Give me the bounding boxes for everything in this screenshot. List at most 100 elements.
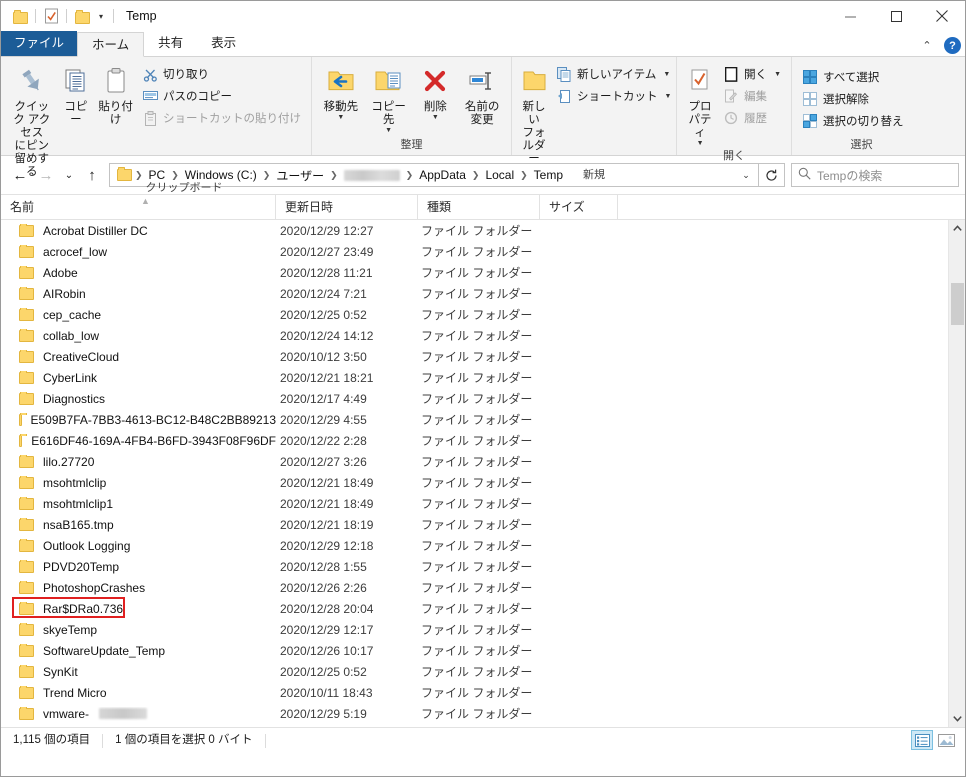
breadcrumb-item-appdata[interactable]: AppData <box>414 168 471 182</box>
tab-home[interactable]: ホーム <box>77 32 145 57</box>
move-to-caret-icon[interactable]: ▼ <box>337 114 344 121</box>
select-all-button[interactable]: すべて選択 <box>798 67 908 87</box>
qat-dropdown-chevron-icon[interactable]: ▾ <box>93 5 109 27</box>
table-row[interactable]: vmware- 2020/12/29 5:19 ファイル フォルダー <box>1 703 965 724</box>
scroll-up-arrow-icon[interactable] <box>949 220 965 237</box>
file-name-label: Adobe <box>43 265 78 280</box>
properties-button[interactable]: プロパティ ▼ <box>683 61 717 147</box>
cut-button[interactable]: 切り取り <box>138 64 305 84</box>
file-name-cell: PDVD20Temp <box>1 559 276 574</box>
history-icon <box>723 110 739 126</box>
table-row[interactable]: PhotoshopCrashes 2020/12/26 2:26 ファイル フォルダ… <box>1 577 965 598</box>
select-all-icon <box>802 69 818 85</box>
easy-access-button[interactable]: ショートカット ▼ <box>552 86 675 106</box>
history-button[interactable]: 履歴 <box>719 108 785 128</box>
folder-icon <box>19 454 34 468</box>
table-row[interactable]: Trend Micro 2020/10/11 18:43 ファイル フォルダー <box>1 682 965 703</box>
breadcrumb-item-username-redacted[interactable] <box>343 169 400 181</box>
table-row[interactable]: E509B7FA-7BB3-4613-BC12-B48C2BB89213 2020… <box>1 409 965 430</box>
minimize-button[interactable] <box>827 1 873 31</box>
edit-label: 編集 <box>744 91 768 103</box>
new-item-button[interactable]: 新しいアイテム ▼ <box>552 64 675 84</box>
table-row[interactable]: E616DF46-169A-4FB4-B6FD-3943F08F96DF 2020… <box>1 430 965 451</box>
table-row[interactable]: SynKit 2020/12/25 0:52 ファイル フォルダー <box>1 661 965 682</box>
table-row[interactable]: Rar$DRa0.736 2020/12/28 20:04 ファイル フォルダー <box>1 597 965 619</box>
copy-to-caret-icon[interactable]: ▼ <box>385 127 392 134</box>
column-header-date[interactable]: 更新日時 <box>276 195 418 219</box>
table-row[interactable]: Adobe 2020/12/28 11:21 ファイル フォルダー <box>1 262 965 283</box>
refresh-button[interactable] <box>759 163 785 187</box>
file-name-label: Rar$DRa0.736 <box>43 601 124 616</box>
table-row[interactable]: msohtmlclip 2020/12/21 18:49 ファイル フォルダー <box>1 472 965 493</box>
search-box[interactable]: Tempの検索 <box>791 163 959 187</box>
column-header-type[interactable]: 種類 <box>418 195 540 219</box>
new-folder-button[interactable]: 新しい フォルダー <box>518 61 550 166</box>
table-row[interactable]: Diagnostics 2020/12/17 4:49 ファイル フォルダー <box>1 388 965 409</box>
breadcrumb-item-local[interactable]: Local <box>480 168 519 182</box>
close-button[interactable] <box>919 1 965 31</box>
table-row[interactable]: acrocef_low 2020/12/27 23:49 ファイル フォルダー <box>1 241 965 262</box>
vertical-scrollbar[interactable] <box>948 220 965 727</box>
file-name-cell: CreativeCloud <box>1 349 276 364</box>
table-row[interactable]: Outlook Logging 2020/12/29 12:18 ファイル フォルダ… <box>1 535 965 556</box>
table-row[interactable]: lilo.27720 2020/12/27 3:26 ファイル フォルダー <box>1 451 965 472</box>
file-type-cell: ファイル フォルダー <box>421 392 533 406</box>
file-type-cell: ファイル フォルダー <box>421 371 533 385</box>
collapse-ribbon-chevron-icon[interactable]: ⌃ <box>918 39 936 52</box>
select-none-button[interactable]: 選択解除 <box>798 89 908 109</box>
open-button[interactable]: 開く ▼ <box>719 64 785 84</box>
column-header-size[interactable]: サイズ <box>540 195 618 219</box>
file-date-cell: 2020/12/28 1:55 <box>280 559 367 574</box>
copy-path-button[interactable]: パスのコピー <box>138 86 305 106</box>
copy-to-button[interactable]: コピー先 ▼ <box>366 61 412 134</box>
rename-button[interactable]: 名前の 変更 <box>459 61 505 127</box>
folder-icon <box>19 685 34 699</box>
tab-view[interactable]: 表示 <box>197 31 250 56</box>
table-row[interactable]: CyberLink 2020/12/21 18:21 ファイル フォルダー <box>1 367 965 388</box>
pin-to-quick-access-button[interactable]: クイック アクセス にピン留めする <box>7 61 57 179</box>
delete-button[interactable]: 削除 ▼ <box>414 61 458 121</box>
table-row[interactable]: skyeTemp 2020/12/29 12:17 ファイル フォルダー <box>1 619 965 640</box>
table-row[interactable]: Acrobat Distiller DC 2020/12/29 12:27 ファイル… <box>1 220 965 241</box>
help-icon[interactable]: ? <box>944 37 961 54</box>
edit-button[interactable]: 編集 <box>719 86 785 106</box>
table-row[interactable]: PDVD20Temp 2020/12/28 1:55 ファイル フォルダー <box>1 556 965 577</box>
open-caret-icon[interactable]: ▼ <box>774 71 781 78</box>
invert-selection-button[interactable]: 選択の切り替え <box>798 111 908 131</box>
move-to-button[interactable]: 移動先 ▼ <box>318 61 364 121</box>
delete-caret-icon[interactable]: ▼ <box>432 114 439 121</box>
table-row[interactable]: msohtmlclip1 2020/12/21 18:49 ファイル フォルダー <box>1 493 965 514</box>
properties-check-icon[interactable] <box>40 5 62 27</box>
scrollbar-thumb[interactable] <box>951 283 964 325</box>
paste-shortcut-button[interactable]: ショートカットの貼り付け <box>138 108 305 128</box>
column-header-name-label: 名前 <box>10 200 35 214</box>
new-folder-quick-icon[interactable] <box>71 5 93 27</box>
copy-button[interactable]: コピー <box>59 61 94 127</box>
search-input[interactable]: Tempの検索 <box>817 167 882 184</box>
maximize-button[interactable] <box>873 1 919 31</box>
table-row[interactable]: CreativeCloud 2020/10/12 3:50 ファイル フォルダー <box>1 346 965 367</box>
column-header-name[interactable]: 名前 ▲ <box>1 195 276 219</box>
large-icons-view-button[interactable] <box>935 730 957 750</box>
file-date-cell: 2020/10/12 3:50 <box>280 349 367 364</box>
file-type-cell: ファイル フォルダー <box>421 518 533 532</box>
column-headers: 名前 ▲ 更新日時 種類 サイズ <box>1 194 965 220</box>
folder-icon <box>19 475 34 489</box>
tab-file[interactable]: ファイル <box>1 31 78 56</box>
table-row[interactable]: AIRobin 2020/12/24 7:21 ファイル フォルダー <box>1 283 965 304</box>
table-row[interactable]: SoftwareUpdate_Temp 2020/12/26 10:17 ファイル … <box>1 640 965 661</box>
paste-button[interactable]: 貼り付け <box>95 61 136 127</box>
file-name-cell: nsaB165.tmp <box>1 517 276 532</box>
table-row[interactable]: collab_low 2020/12/24 14:12 ファイル フォルダー <box>1 325 965 346</box>
table-row[interactable]: nsaB165.tmp 2020/12/21 18:19 ファイル フォルダー <box>1 514 965 535</box>
new-item-caret-icon[interactable]: ▼ <box>663 71 670 78</box>
tab-share[interactable]: 共有 <box>144 31 197 56</box>
address-dropdown-chevron-icon[interactable]: ⌄ <box>736 170 756 181</box>
quick-access-folder-icon[interactable] <box>9 5 31 27</box>
breadcrumb-sep-3: ❯ <box>330 169 338 180</box>
details-view-button[interactable] <box>911 730 933 750</box>
scroll-down-arrow-icon[interactable] <box>949 710 965 727</box>
properties-icon <box>688 64 712 98</box>
table-row[interactable]: cep_cache 2020/12/25 0:52 ファイル フォルダー <box>1 304 965 325</box>
easy-access-caret-icon[interactable]: ▼ <box>665 93 672 100</box>
